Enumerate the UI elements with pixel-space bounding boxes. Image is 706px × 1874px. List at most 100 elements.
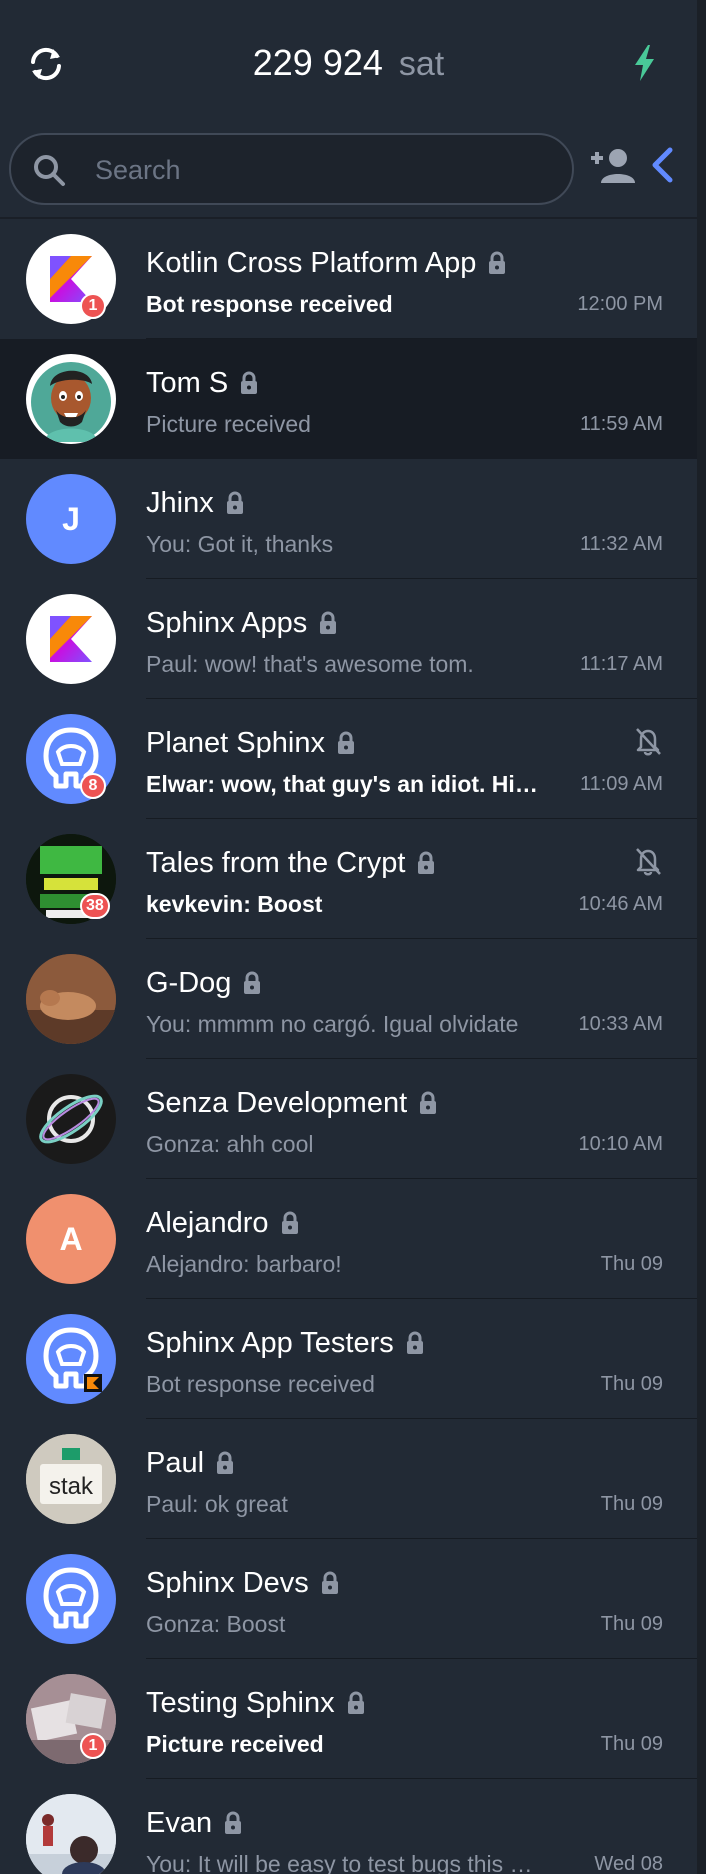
chat-preview: Gonza: ahh cool: [146, 1131, 314, 1157]
lock-icon: [217, 1451, 234, 1474]
chat-row-g-dog[interactable]: G-Dog You: mmmm no cargó. Igual olvidate…: [0, 939, 697, 1059]
lock-icon: [406, 1331, 423, 1354]
chat-preview: Picture received: [146, 1731, 324, 1757]
chat-list: 1 Kotlin Cross Platform App Bot response…: [0, 219, 697, 1874]
chat-row-alejandro[interactable]: A Alejandro Alejandro: barbaro! Thu 09: [0, 1179, 697, 1299]
sphinx-logo-icon: [43, 1327, 102, 1392]
chat-time: Thu 09: [600, 1493, 663, 1515]
chat-preview: Alejandro: barbaro!: [146, 1251, 342, 1277]
lock-icon: [281, 1211, 298, 1234]
chat-time: Thu 09: [600, 1373, 663, 1395]
chat-time: 12:00 PM: [577, 293, 663, 315]
chat-preview: Paul: wow! that's awesome tom.: [146, 651, 474, 677]
chat-name: Paul: [146, 1446, 205, 1479]
lock-icon: [241, 371, 258, 394]
unread-badge: 8: [80, 773, 106, 799]
chat-name: Evan: [146, 1806, 213, 1839]
chat-name: G-Dog: [146, 966, 232, 999]
right-edge: [697, 0, 706, 1874]
chat-preview: Elwar: wow, that guy's an idiot. Him…: [146, 771, 546, 797]
chat-name: Kotlin Cross Platform App: [146, 246, 477, 279]
lock-icon: [226, 491, 243, 514]
chat-row-planet-sphinx[interactable]: 8 Planet Sphinx Elwar: wow, that guy's a…: [0, 699, 697, 819]
chat-time: Thu 09: [600, 1613, 663, 1635]
lock-icon: [225, 1811, 242, 1834]
chat-name: Sphinx Devs: [146, 1566, 309, 1599]
chat-row-tales-from-the-crypt[interactable]: 38 Tales from the Crypt kevkevin: Boost …: [0, 819, 697, 939]
cartoon-face-icon: [31, 362, 111, 442]
chat-row-testing-sphinx[interactable]: 1 Testing Sphinx Picture received Thu 09: [0, 1659, 697, 1779]
search-bar: [0, 125, 697, 219]
notifications-off-icon: [636, 848, 661, 876]
unread-badge: 38: [80, 893, 110, 919]
header: 229 924 sat: [0, 0, 697, 125]
snow-photo-avatar: [26, 1794, 116, 1874]
lock-icon: [321, 1571, 338, 1594]
chat-row-kotlin-cross-platform-app[interactable]: 1 Kotlin Cross Platform App Bot response…: [0, 219, 697, 339]
initial-avatar: A: [26, 1194, 116, 1284]
chat-time: 11:59 AM: [579, 413, 663, 435]
chat-time: 11:09 AM: [579, 773, 663, 795]
lock-icon: [418, 851, 435, 874]
lock-icon: [337, 731, 354, 754]
chat-row-sphinx-devs[interactable]: Sphinx Devs Gonza: Boost Thu 09: [0, 1539, 697, 1659]
chat-time: 11:17 AM: [579, 653, 663, 675]
unread-badge: 1: [80, 1733, 106, 1759]
search-icon: [34, 155, 65, 186]
chat-preview: Bot response received: [146, 1371, 375, 1397]
chat-time: Thu 09: [600, 1733, 663, 1755]
chat-name: Sphinx Apps: [146, 606, 308, 639]
planet-ring-icon: [39, 1094, 103, 1144]
planet-ring-avatar: [26, 1074, 116, 1164]
sphinx-logo-avatar: [26, 1554, 116, 1644]
lock-icon: [347, 1691, 364, 1714]
lock-icon: [420, 1091, 437, 1114]
balance-unit: sat: [398, 45, 445, 83]
chat-row-paul[interactable]: stak Paul Paul: ok great Thu 09: [0, 1419, 697, 1539]
balance-amount: 229 924: [252, 42, 383, 83]
dog-photo-icon: [26, 954, 116, 1044]
chat-preview: You: mmmm no cargó. Igual olvidate: [146, 1011, 519, 1037]
chat-time: 10:33 AM: [578, 1013, 663, 1035]
search-input[interactable]: [93, 147, 547, 193]
svg-text:stak: stak: [49, 1473, 94, 1500]
chat-time: Thu 09: [600, 1253, 663, 1275]
chat-preview: You: Got it, thanks: [146, 531, 334, 557]
chat-row-sphinx-app-testers[interactable]: Sphinx App Testers Bot response received…: [0, 1299, 697, 1419]
chat-row-senza-development[interactable]: Senza Development Gonza: ahh cool 10:10 …: [0, 1059, 697, 1179]
kotlin-logo-avatar: [26, 594, 116, 684]
lock-icon: [489, 251, 506, 274]
sphinx-logo-avatar: [26, 1314, 116, 1404]
chat-preview: Gonza: Boost: [146, 1611, 286, 1637]
kotlin-logo-icon: [50, 616, 92, 662]
chat-time: 10:10 AM: [578, 1133, 663, 1155]
chat-name: Senza Development: [146, 1086, 408, 1119]
chat-preview: You: It will be easy to test bugs this w…: [146, 1851, 546, 1874]
chat-name: Tom S: [146, 366, 229, 399]
chat-name: Testing Sphinx: [146, 1686, 335, 1719]
dog-photo-avatar: [26, 954, 116, 1044]
chevron-left-icon[interactable]: [648, 145, 676, 185]
sphinx-logo-icon: [43, 1567, 99, 1629]
chat-name: Jhinx: [146, 486, 214, 519]
chat-preview: Bot response received: [146, 291, 393, 317]
lock-icon: [320, 611, 337, 634]
add-contact-icon[interactable]: [588, 147, 636, 185]
unread-badge: 1: [80, 293, 106, 319]
chat-row-evan[interactable]: Evan You: It will be easy to test bugs t…: [0, 1779, 697, 1874]
chat-row-sphinx-apps[interactable]: Sphinx Apps Paul: wow! that's awesome to…: [0, 579, 697, 699]
stak-photo-avatar: stak: [26, 1434, 116, 1524]
lightning-bolt-icon[interactable]: [631, 44, 657, 82]
chat-preview: Picture received: [146, 411, 311, 437]
chat-time: 10:46 AM: [578, 893, 663, 915]
chat-name: Alejandro: [146, 1206, 269, 1239]
search-box[interactable]: [9, 133, 574, 205]
lock-icon: [244, 971, 261, 994]
snow-photo-icon: [26, 1794, 116, 1874]
chat-row-jhinx[interactable]: J Jhinx You: Got it, thanks 11:32 AM: [0, 459, 697, 579]
chat-name: Sphinx App Testers: [146, 1326, 394, 1359]
balance: 229 924 sat: [0, 42, 697, 84]
chat-row-tom-s[interactable]: Tom S Picture received 11:59 AM: [0, 339, 697, 459]
chat-time: 11:32 AM: [579, 533, 663, 555]
stak-logo-icon: stak: [26, 1434, 116, 1524]
